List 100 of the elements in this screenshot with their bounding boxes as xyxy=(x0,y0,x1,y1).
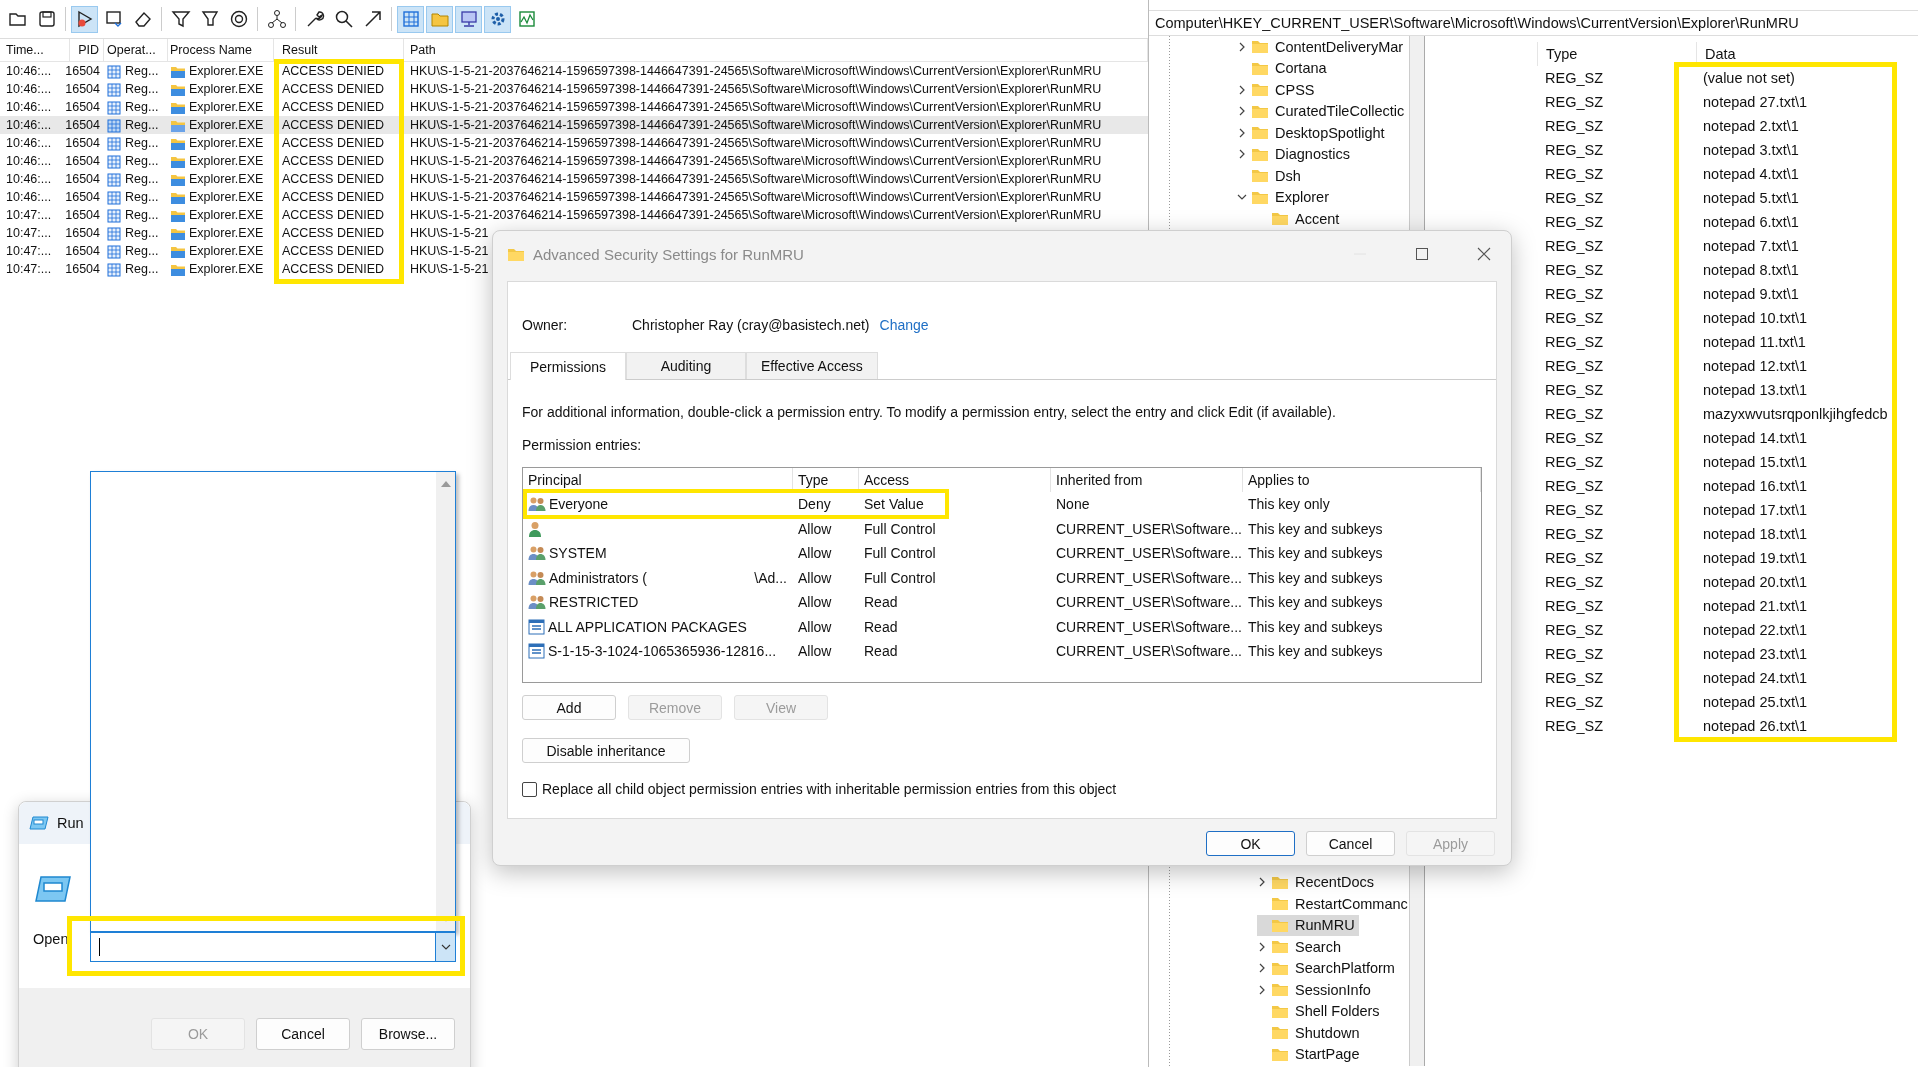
table-cell-text: notepad 27.txt\1 xyxy=(1702,94,1808,110)
table-cell-text: CURRENT_USER\Software... xyxy=(1055,594,1243,611)
table-cell-text: ACCESS DENIED xyxy=(281,82,386,96)
table-cell-text: HKU\S-1-5-21-2037646214-1596597398-1446647391-24565\Software\Microsoft\Windows\CurrentVersion\Explorer\RunMRU xyxy=(409,190,1102,204)
table-cell-text: REG_SZ xyxy=(1544,646,1604,662)
table-cell-text: REG_SZ xyxy=(1544,94,1604,110)
table-cell-text: notepad 10.txt\1 xyxy=(1702,310,1808,326)
table-cell-text: CURRENT_USER\Software... xyxy=(1055,520,1243,537)
table-cell: Reg... xyxy=(125,226,159,240)
table-cell: S-1-15-3-1024-1065365936-12816... xyxy=(548,643,777,660)
table-cell: Reg... xyxy=(125,244,159,258)
table-cell-text: REG_SZ xyxy=(1544,262,1604,278)
table-cell-text: CURRENT_USER\Software... xyxy=(1055,643,1243,660)
table-cell-text: HKU\S-1-5-21 xyxy=(409,244,489,258)
table-cell-text: REG_SZ xyxy=(1544,70,1604,86)
info-text: For additional information, double-click a permission entry. To modify a permission entry, select the entry and click Edit (if available). xyxy=(522,404,1337,420)
table-cell-text: CURRENT_USER\Software... xyxy=(1055,618,1243,635)
table-cell-text: Allow xyxy=(797,545,833,562)
table-cell-text: REG_SZ xyxy=(1544,166,1604,182)
table-cell: Explorer.EXE xyxy=(189,82,264,96)
table-cell: Reg... xyxy=(125,136,159,150)
table-cell: Reg... xyxy=(125,262,159,276)
table-cell-text: REG_SZ xyxy=(1544,694,1604,710)
table-cell-text: REG_SZ xyxy=(1544,142,1604,158)
table-cell-text: CURRENT_USER\Software... xyxy=(1055,545,1243,562)
table-cell-text: notepad 23.txt\1 xyxy=(1702,646,1808,662)
table-cell: Reg... xyxy=(125,172,159,186)
table-cell: Reg... xyxy=(125,190,159,204)
table-cell-text: HKU\S-1-5-21-2037646214-1596597398-1446647391-24565\Software\Microsoft\Windows\CurrentVersion\Explorer\RunMRU xyxy=(409,64,1102,78)
table-cell-text: HKU\S-1-5-21-2037646214-1596597398-1446647391-24565\Software\Microsoft\Windows\CurrentVersion\Explorer\RunMRU xyxy=(409,100,1102,114)
table-cell: Explorer.EXE xyxy=(189,262,264,276)
table-cell-text: notepad 7.txt\1 xyxy=(1702,238,1800,254)
table-cell-text: notepad 3.txt\1 xyxy=(1702,142,1800,158)
table-cell-text: notepad 11.txt\1 xyxy=(1702,334,1807,350)
table-cell-text: ACCESS DENIED xyxy=(281,64,386,78)
table-cell-text: ACCESS DENIED xyxy=(281,154,386,168)
table-cell-text: notepad 9.txt\1 xyxy=(1702,286,1800,302)
table-cell-text: notepad 6.txt\1 xyxy=(1702,214,1800,230)
table-cell: ALL APPLICATION PACKAGES xyxy=(548,618,747,635)
table-cell-text: Allow xyxy=(797,569,833,586)
table-cell-text: HKU\S-1-5-21-2037646214-1596597398-1446647391-24565\Software\Microsoft\Windows\CurrentVersion\Explorer\RunMRU xyxy=(409,208,1102,222)
table-cell-text: notepad 25.txt\1 xyxy=(1702,694,1808,710)
table-cell-text: REG_SZ xyxy=(1544,718,1604,734)
table-cell-text: Allow xyxy=(797,618,833,635)
table-cell-text: HKU\S-1-5-21-2037646214-1596597398-1446647391-24565\Software\Microsoft\Windows\CurrentVersion\Explorer\RunMRU xyxy=(409,82,1102,96)
table-cell-text: Allow xyxy=(797,520,833,537)
table-cell-text: notepad 22.txt\1 xyxy=(1702,622,1808,638)
table-cell-text: HKU\S-1-5-21 xyxy=(409,262,489,276)
table-cell-text: (value not set) xyxy=(1702,70,1796,86)
table-cell-text: notepad 2.txt\1 xyxy=(1702,118,1800,134)
table-cell-text: REG_SZ xyxy=(1544,502,1604,518)
table-cell: RESTRICTED xyxy=(549,594,639,611)
table-cell: Reg... xyxy=(125,208,159,222)
table-cell: Reg... xyxy=(125,154,159,168)
window-title: Run xyxy=(57,815,84,831)
table-cell-text: HKU\S-1-5-21-2037646214-1596597398-1446647391-24565\Software\Microsoft\Windows\CurrentVersion\Explorer\RunMRU xyxy=(409,118,1102,132)
table-cell-text: notepad 4.txt\1 xyxy=(1702,166,1800,182)
table-cell-text: Deny xyxy=(797,496,832,513)
table-cell-text: This key only xyxy=(1247,496,1331,513)
table-cell-text: notepad 20.txt\1 xyxy=(1702,574,1808,590)
table-cell: Explorer.EXE xyxy=(189,208,264,222)
table-cell-text: Read xyxy=(863,643,899,660)
checkbox-label: Replace all child object permission entries with inheritable permission entries from this object xyxy=(542,781,1117,797)
table-cell-text: REG_SZ xyxy=(1544,478,1604,494)
table-cell: SYSTEM xyxy=(549,545,607,562)
table-cell-text: Read xyxy=(863,618,899,635)
table-cell-text: notepad 8.txt\1 xyxy=(1702,262,1800,278)
table-cell-text: Full Control xyxy=(863,569,937,586)
table-cell-text: notepad 19.txt\1 xyxy=(1702,550,1808,566)
table-cell: Explorer.EXE xyxy=(189,172,264,186)
table-cell-text: REG_SZ xyxy=(1544,310,1604,326)
table-cell-text: notepad 18.txt\1 xyxy=(1702,526,1808,542)
table-cell-text: This key and subkeys xyxy=(1247,618,1384,635)
table-cell-text: Full Control xyxy=(863,520,937,537)
table-cell: Explorer.EXE xyxy=(189,136,264,150)
table-cell-text: ACCESS DENIED xyxy=(281,226,386,240)
table-cell: Explorer.EXE xyxy=(189,154,264,168)
table-cell-text: ACCESS DENIED xyxy=(281,100,386,114)
owner-name: Christopher Ray (cray@basistech.net) xyxy=(632,317,870,333)
table-cell-text: notepad 21.txt\1 xyxy=(1702,598,1808,614)
table-cell-text: Read xyxy=(863,594,899,611)
table-cell-text: notepad 14.txt\1 xyxy=(1702,430,1808,446)
table-cell-text: HKU\S-1-5-21-2037646214-1596597398-1446647391-24565\Software\Microsoft\Windows\CurrentVersion\Explorer\RunMRU xyxy=(409,136,1102,150)
table-cell-text: HKU\S-1-5-21-2037646214-1596597398-1446647391-24565\Software\Microsoft\Windows\CurrentVersion\Explorer\RunMRU xyxy=(409,154,1102,168)
table-cell-text: REG_SZ xyxy=(1544,334,1604,350)
table-cell-text: None xyxy=(1055,496,1091,513)
table-cell-text: \Ad... xyxy=(754,569,788,586)
field-label: Owner: xyxy=(522,317,569,333)
table-cell-text: REG_SZ xyxy=(1544,598,1604,614)
table-cell: Explorer.EXE xyxy=(189,244,264,258)
table-cell-text: ACCESS DENIED xyxy=(281,262,386,276)
table-cell-text: This key and subkeys xyxy=(1247,594,1384,611)
table-cell-text: Allow xyxy=(797,643,833,660)
table-cell: Explorer.EXE xyxy=(189,64,264,78)
table-cell: Explorer.EXE xyxy=(189,226,264,240)
table-cell-text: notepad 16.txt\1 xyxy=(1702,478,1808,494)
table-cell-text: REG_SZ xyxy=(1544,430,1604,446)
table-cell-text: REG_SZ xyxy=(1544,526,1604,542)
table-cell: Explorer.EXE xyxy=(189,118,264,132)
table-cell: Reg... xyxy=(125,118,159,132)
